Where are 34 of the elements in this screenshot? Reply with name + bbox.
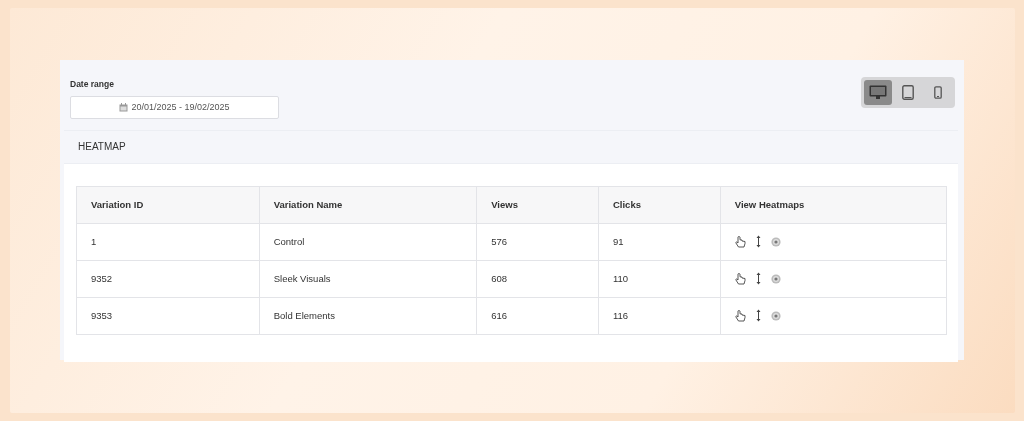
pointer-hand-icon[interactable] [734,272,746,285]
table-cell: Control [259,223,477,261]
pointer-hand-icon[interactable] [734,309,746,322]
column-header: Variation ID [76,186,260,224]
table-cell: Sleek Visuals [259,260,477,298]
target-icon[interactable] [770,273,781,284]
table-cell: 9353 [76,297,260,335]
column-header: Views [476,186,599,224]
table-cell: 116 [598,297,721,335]
section-title: HEATMAP [64,129,958,164]
column-header: Variation Name [259,186,477,224]
table-cell: 110 [598,260,721,298]
table-cell: 608 [476,260,599,298]
column-header: View Heatmaps [720,186,947,224]
table-cell: 1 [76,223,260,261]
vertical-arrows-icon[interactable] [755,272,761,286]
vertical-arrows-icon[interactable] [755,235,761,249]
table-cell: Bold Elements [259,297,477,335]
table-cell: 576 [476,223,599,261]
phone-icon [934,86,942,99]
table-cell: 616 [476,297,599,335]
pointer-hand-icon[interactable] [734,235,746,248]
table-cell: 9352 [76,260,260,298]
target-icon[interactable] [770,310,781,321]
tablet-icon [902,85,914,100]
date-range-field[interactable]: 20/01/2025 - 19/02/2025 [70,95,279,119]
desktop-icon [869,85,887,100]
device-toggle[interactable] [864,80,892,105]
table-cell: 91 [598,223,721,261]
vertical-arrows-icon[interactable] [755,309,761,323]
column-header: Clicks [598,186,721,224]
calendar-icon [119,102,129,112]
target-icon[interactable] [770,236,781,247]
date-range-label: Date range [70,78,115,91]
